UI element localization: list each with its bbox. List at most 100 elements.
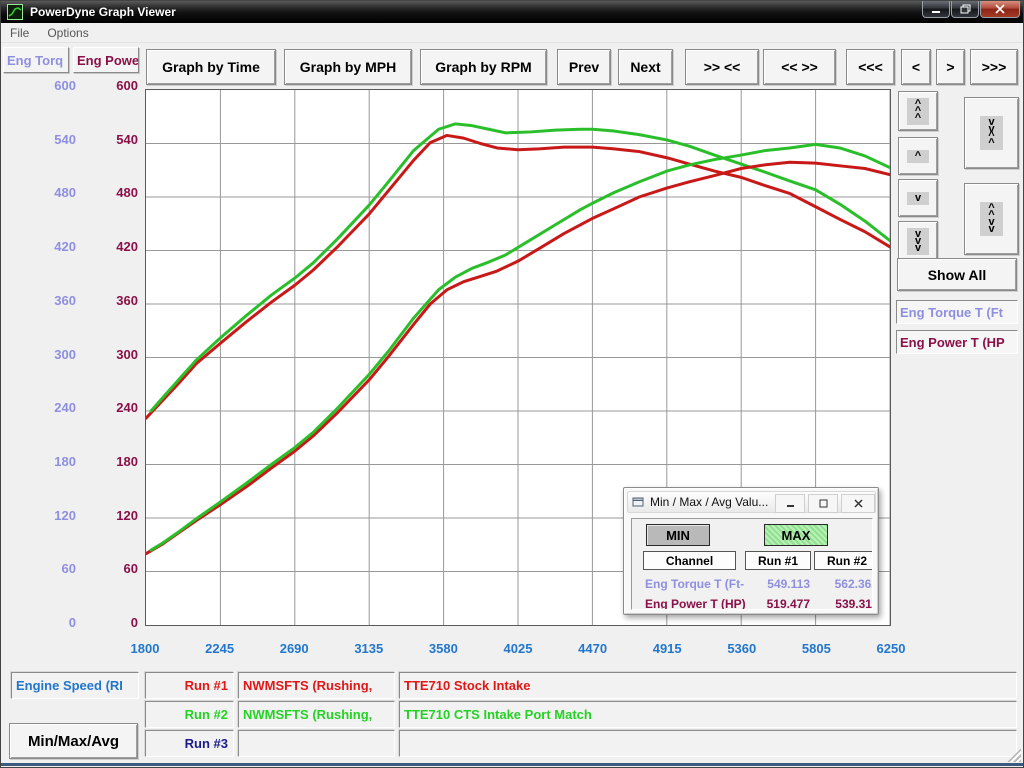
window-bottom-edge bbox=[1, 763, 1024, 766]
chevron-icon: ^ bbox=[907, 150, 929, 163]
chevron-icon: ^^^ bbox=[907, 98, 929, 125]
chevron-icon: v bbox=[907, 192, 929, 205]
menu-file[interactable]: File bbox=[1, 24, 38, 42]
min-max-avg-button[interactable]: Min/Max/Avg bbox=[9, 723, 138, 759]
minmax-run2-value: 539.311 bbox=[812, 597, 873, 610]
chevron-icon: vv^^ bbox=[980, 116, 1002, 150]
min-button[interactable]: MIN bbox=[646, 524, 710, 546]
run-label: Run #2 bbox=[145, 701, 234, 728]
minimize-button[interactable] bbox=[922, 1, 950, 18]
minmax-dialog-title: Min / Max / Avg Valu... bbox=[650, 495, 768, 509]
y-tick-power: 0 bbox=[92, 615, 138, 631]
header-run1[interactable]: Run #1 bbox=[745, 551, 811, 570]
tab-eng-torque[interactable]: Eng Torq bbox=[3, 47, 69, 73]
run-dyno-field[interactable]: NWMSFTS (Rushing, bbox=[238, 701, 395, 728]
y-tick-power: 240 bbox=[92, 400, 138, 416]
dialog-maximize-button[interactable] bbox=[808, 494, 838, 513]
y-tick-torque: 0 bbox=[30, 615, 76, 631]
zoom-in-x-button[interactable]: >> << bbox=[685, 49, 759, 85]
prev-button[interactable]: Prev bbox=[557, 49, 611, 85]
y-tick-power: 120 bbox=[92, 508, 138, 524]
graph-by-rpm-button[interactable]: Graph by RPM bbox=[420, 49, 547, 85]
minmax-dialog-titlebar[interactable]: Min / Max / Avg Valu... bbox=[627, 491, 876, 513]
run-dyno-field[interactable] bbox=[238, 730, 395, 757]
scroll-up-button[interactable]: ^ bbox=[898, 137, 938, 175]
minmax-channel-label: Eng Power T (HP) bbox=[645, 597, 746, 610]
y-tick-power: 300 bbox=[92, 347, 138, 363]
zoom-out-x-button[interactable]: << >> bbox=[763, 49, 836, 85]
y-tick-torque: 360 bbox=[30, 293, 76, 309]
y-tick-power: 60 bbox=[92, 561, 138, 577]
run-label: Run #1 bbox=[145, 672, 234, 699]
dialog-close-button[interactable] bbox=[841, 494, 875, 513]
menu-bar: File Options bbox=[1, 23, 1024, 43]
minmax-dialog: Min / Max / Avg Valu... MIN MAX Channel … bbox=[623, 487, 879, 615]
tab-eng-power[interactable]: Eng Powe bbox=[73, 47, 139, 73]
minmax-row: Eng Torque T (Ft-549.113562.362 bbox=[632, 577, 873, 596]
y-tick-torque: 540 bbox=[30, 132, 76, 148]
max-button[interactable]: MAX bbox=[764, 524, 828, 546]
next-button[interactable]: Next bbox=[618, 49, 673, 85]
dialog-minimize-button[interactable] bbox=[775, 494, 805, 513]
y-tick-torque: 420 bbox=[30, 239, 76, 255]
x-tick: 3580 bbox=[411, 641, 475, 657]
run-description-field[interactable]: TTE710 Stock Intake bbox=[399, 672, 1017, 699]
run-description-field[interactable]: TTE710 CTS Intake Port Match bbox=[399, 701, 1017, 728]
x-tick: 3135 bbox=[337, 641, 401, 657]
x-tick: 5360 bbox=[710, 641, 774, 657]
x-tick: 2245 bbox=[188, 641, 252, 657]
y-tick-power: 600 bbox=[92, 78, 138, 94]
run-description-field[interactable] bbox=[399, 730, 1017, 757]
title-bar: PowerDyne Graph Viewer bbox=[1, 1, 1024, 23]
maximize-button[interactable] bbox=[951, 1, 979, 18]
chevron-icon: vvv bbox=[907, 228, 929, 255]
channel-box-power[interactable]: Eng Power T (HP bbox=[896, 330, 1018, 354]
show-all-button[interactable]: Show All bbox=[897, 258, 1017, 291]
scroll-down-button[interactable]: v bbox=[898, 179, 938, 217]
y-tick-power: 420 bbox=[92, 239, 138, 255]
graph-by-time-button[interactable]: Graph by Time bbox=[146, 49, 276, 85]
channel-box-torque[interactable]: Eng Torque T (Ft bbox=[896, 300, 1018, 324]
y-tick-torque: 60 bbox=[30, 561, 76, 577]
x-axis-channel-box[interactable]: Engine Speed (RI bbox=[11, 672, 139, 699]
form-icon bbox=[632, 496, 645, 508]
x-tick: 2690 bbox=[262, 641, 326, 657]
y-tick-torque: 600 bbox=[30, 78, 76, 94]
minmax-run1-value: 519.477 bbox=[744, 597, 810, 610]
y-tick-torque: 300 bbox=[30, 347, 76, 363]
minmax-run2-value: 562.362 bbox=[812, 577, 873, 591]
scroll-left-button[interactable]: < bbox=[901, 49, 931, 85]
scroll-right-fast-button[interactable]: >>> bbox=[970, 49, 1018, 85]
x-tick: 4470 bbox=[561, 641, 625, 657]
close-button[interactable] bbox=[980, 1, 1020, 18]
menu-options[interactable]: Options bbox=[38, 24, 97, 42]
scroll-up-fast-button[interactable]: ^^^ bbox=[898, 91, 938, 131]
app-window: PowerDyne Graph Viewer File Options Eng … bbox=[0, 0, 1024, 768]
header-run2[interactable]: Run #2 bbox=[814, 551, 873, 570]
minmax-dialog-body: MIN MAX Channel Run #1 Run #2 Eng Torque… bbox=[631, 518, 873, 610]
graph-by-mph-button[interactable]: Graph by MPH bbox=[284, 49, 412, 85]
app-icon bbox=[7, 4, 23, 20]
y-tick-torque: 120 bbox=[30, 508, 76, 524]
x-tick: 1800 bbox=[113, 641, 177, 657]
zoom-out-vertical-button[interactable]: ^^vv bbox=[964, 183, 1019, 255]
scroll-right-button[interactable]: > bbox=[936, 49, 965, 85]
minmax-channel-label: Eng Torque T (Ft- bbox=[645, 577, 744, 591]
x-tick: 5805 bbox=[784, 641, 848, 657]
y-tick-torque: 480 bbox=[30, 185, 76, 201]
x-tick: 4915 bbox=[635, 641, 699, 657]
header-channel[interactable]: Channel bbox=[643, 551, 736, 570]
y-tick-power: 360 bbox=[92, 293, 138, 309]
curve bbox=[151, 124, 890, 411]
y-tick-power: 480 bbox=[92, 185, 138, 201]
run-dyno-field[interactable]: NWMSFTS (Rushing, bbox=[238, 672, 395, 699]
scroll-left-fast-button[interactable]: <<< bbox=[846, 49, 895, 85]
scroll-down-fast-button[interactable]: vvv bbox=[898, 221, 938, 261]
chevron-icon: ^^vv bbox=[980, 202, 1002, 236]
zoom-in-vertical-button[interactable]: vv^^ bbox=[964, 97, 1019, 169]
y-tick-power: 180 bbox=[92, 454, 138, 470]
run-label: Run #3 bbox=[145, 730, 234, 757]
y-tick-torque: 180 bbox=[30, 454, 76, 470]
minmax-run1-value: 549.113 bbox=[744, 577, 810, 591]
y-tick-torque: 240 bbox=[30, 400, 76, 416]
